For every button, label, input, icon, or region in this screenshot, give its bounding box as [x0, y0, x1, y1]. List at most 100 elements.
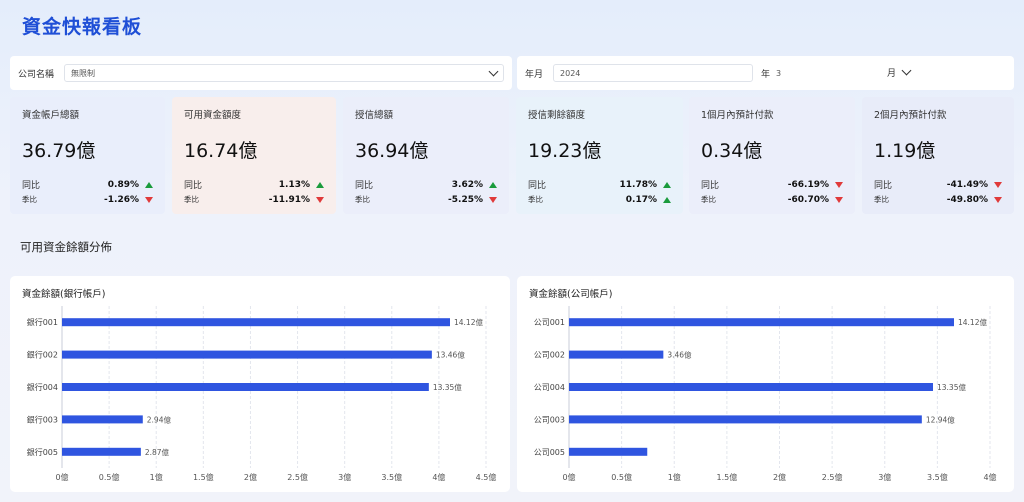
year-month-label: 年月: [525, 69, 544, 80]
kpi-qoq: 季比 0.17%: [528, 192, 671, 207]
bank-balance-chart: 0億 0.5億 1億 1.5億 2億 2.5億 3億 3.5億 4億 4.5億 銀行001 14.12…: [27, 306, 496, 482]
bar[interactable]: [569, 350, 664, 359]
kpi-qoq-value: -5.25%: [448, 194, 483, 205]
x-tick-label: 2億: [773, 472, 786, 482]
x-tick-label: 3.5億: [381, 472, 402, 482]
x-tick-label: 0億: [562, 472, 575, 482]
x-tick-label: 2.5億: [822, 472, 843, 482]
kpi-qoq-value: 0.17%: [625, 194, 657, 205]
kpi-yoy-label: 同比: [184, 181, 203, 191]
triangle-down-icon: [835, 181, 843, 188]
year-unit-label: 年: [761, 69, 771, 80]
y-tick-label: 銀行004: [27, 382, 58, 392]
triangle-down-icon: [994, 196, 1002, 203]
x-tick-label: 4億: [432, 472, 445, 482]
triangle-up-icon: [316, 181, 324, 188]
kpi-value: 0.34億: [701, 140, 763, 162]
bar[interactable]: [62, 383, 429, 391]
x-tick-label: 3億: [878, 472, 891, 482]
triangle-down-icon: [835, 196, 843, 203]
company-select[interactable]: 無限制: [64, 64, 504, 82]
bar[interactable]: [569, 383, 934, 391]
kpi-value: 1.19億: [874, 140, 936, 162]
kpi-qoq: 季比 -60.70%: [701, 192, 843, 207]
bar[interactable]: [62, 447, 141, 456]
kpi-yoy: 同比 -66.19%: [701, 177, 843, 192]
kpi-yoy: 同比 0.89%: [22, 177, 153, 192]
bar[interactable]: [62, 318, 450, 327]
year-select-value: 2024: [560, 68, 581, 78]
x-tick-label: 3億: [338, 472, 351, 482]
data-label: 13.35億: [937, 382, 966, 392]
kpi-value: 16.74億: [184, 140, 258, 162]
page-title: 資金快報看板: [22, 16, 143, 38]
kpi-yoy: 同比 11.78%: [528, 177, 671, 192]
year-select[interactable]: 2024: [553, 64, 754, 82]
bar[interactable]: [569, 447, 648, 456]
x-tick-label: 0億: [55, 472, 68, 482]
y-tick-label: 銀行005: [27, 447, 58, 457]
month-select[interactable]: 3 月: [776, 64, 916, 82]
data-label: 3.46億: [667, 350, 692, 360]
y-tick-label: 公司004: [534, 383, 565, 392]
kpi-card: 授信剩餘額度 19.23億同比 11.78% 季比 0.17%: [516, 97, 683, 214]
data-label: 13.35億: [433, 382, 462, 392]
chevron-down-icon: [901, 65, 912, 76]
kpi-qoq-label: 季比: [874, 195, 889, 204]
triangle-down-icon: [145, 196, 153, 203]
x-tick-label: 1億: [150, 472, 163, 482]
kpi-card: 可用資金額度 16.74億 同比 1.13% 季比 -11.91%: [172, 97, 336, 214]
kpi-yoy-value: -41.49%: [946, 179, 988, 190]
kpi-yoy: 同比 -41.49%: [874, 177, 1002, 192]
x-tick-label: 3.5億: [927, 472, 948, 482]
kpi-yoy: 同比 3.62%: [355, 177, 497, 192]
kpi-card: 資金帳戶總額 36.79億 同比 0.89% 季比 -1.26%: [10, 97, 165, 214]
kpi-yoy-label: 同比: [22, 181, 41, 191]
bar[interactable]: [62, 350, 432, 359]
company-filter-panel: 公司名稱 無限制: [10, 56, 512, 90]
kpi-qoq-value: -1.26%: [104, 194, 139, 205]
data-label: 13.46億: [436, 350, 465, 360]
kpi-qoq-value: -11.91%: [268, 194, 310, 205]
kpi-qoq-value: -60.70%: [787, 194, 829, 205]
y-tick-label: 銀行001: [27, 317, 58, 327]
month-unit-label: 月: [887, 69, 897, 79]
triangle-up-icon: [489, 181, 497, 188]
kpi-card: 2個月內預計付款 1.19億同比 -41.49% 季比 -49.80%: [862, 97, 1014, 214]
kpi-value: 19.23億: [528, 140, 602, 162]
x-tick-label: 2億: [244, 472, 257, 482]
kpi-title: 2個月內預計付款: [874, 110, 947, 121]
y-tick-label: 公司005: [534, 448, 565, 457]
data-label: 2.87億: [145, 447, 170, 457]
kpi-qoq-label: 季比: [22, 195, 37, 204]
y-tick-label: 銀行003: [27, 414, 58, 424]
kpi-qoq: 季比 -5.25%: [355, 192, 497, 207]
data-label: 2.94億: [147, 414, 172, 424]
kpi-title: 授信剩餘額度: [528, 110, 586, 121]
kpi-title: 1個月內預計付款: [701, 110, 774, 121]
kpi-title: 授信總額: [355, 110, 394, 121]
y-tick-label: 銀行002: [27, 350, 58, 360]
bar[interactable]: [569, 318, 954, 327]
triangle-down-icon: [994, 181, 1002, 188]
kpi-qoq: 季比 -49.80%: [874, 192, 1002, 207]
bar[interactable]: [569, 415, 922, 424]
kpi-yoy: 同比 1.13%: [184, 177, 324, 192]
kpi-yoy-label: 同比: [874, 181, 893, 191]
data-label: 12.94億: [926, 414, 955, 424]
kpi-yoy-value: 3.62%: [451, 179, 483, 190]
bank-balance-chart-panel: 資金餘額(銀行帳戶) 0億 0.5億 1億 1.5億 2億 2.5億 3億 3.5億 4億 4.5…: [10, 276, 510, 492]
kpi-card: 1個月內預計付款 0.34億同比 -66.19% 季比 -60.70%: [689, 97, 855, 214]
kpi-qoq-label: 季比: [355, 195, 370, 204]
kpi-yoy-label: 同比: [528, 181, 547, 191]
kpi-qoq: 季比 -1.26%: [22, 192, 153, 207]
kpi-qoq-label: 季比: [528, 195, 543, 204]
bar[interactable]: [62, 415, 143, 424]
kpi-yoy-label: 同比: [355, 181, 374, 191]
x-tick-label: 2.5億: [287, 472, 308, 482]
kpi-qoq-label: 季比: [184, 195, 199, 204]
month-select-value: 3: [776, 68, 782, 78]
kpi-yoy-value: 0.89%: [107, 179, 139, 190]
triangle-down-icon: [489, 196, 497, 203]
kpi-qoq: 季比 -11.91%: [184, 192, 324, 207]
